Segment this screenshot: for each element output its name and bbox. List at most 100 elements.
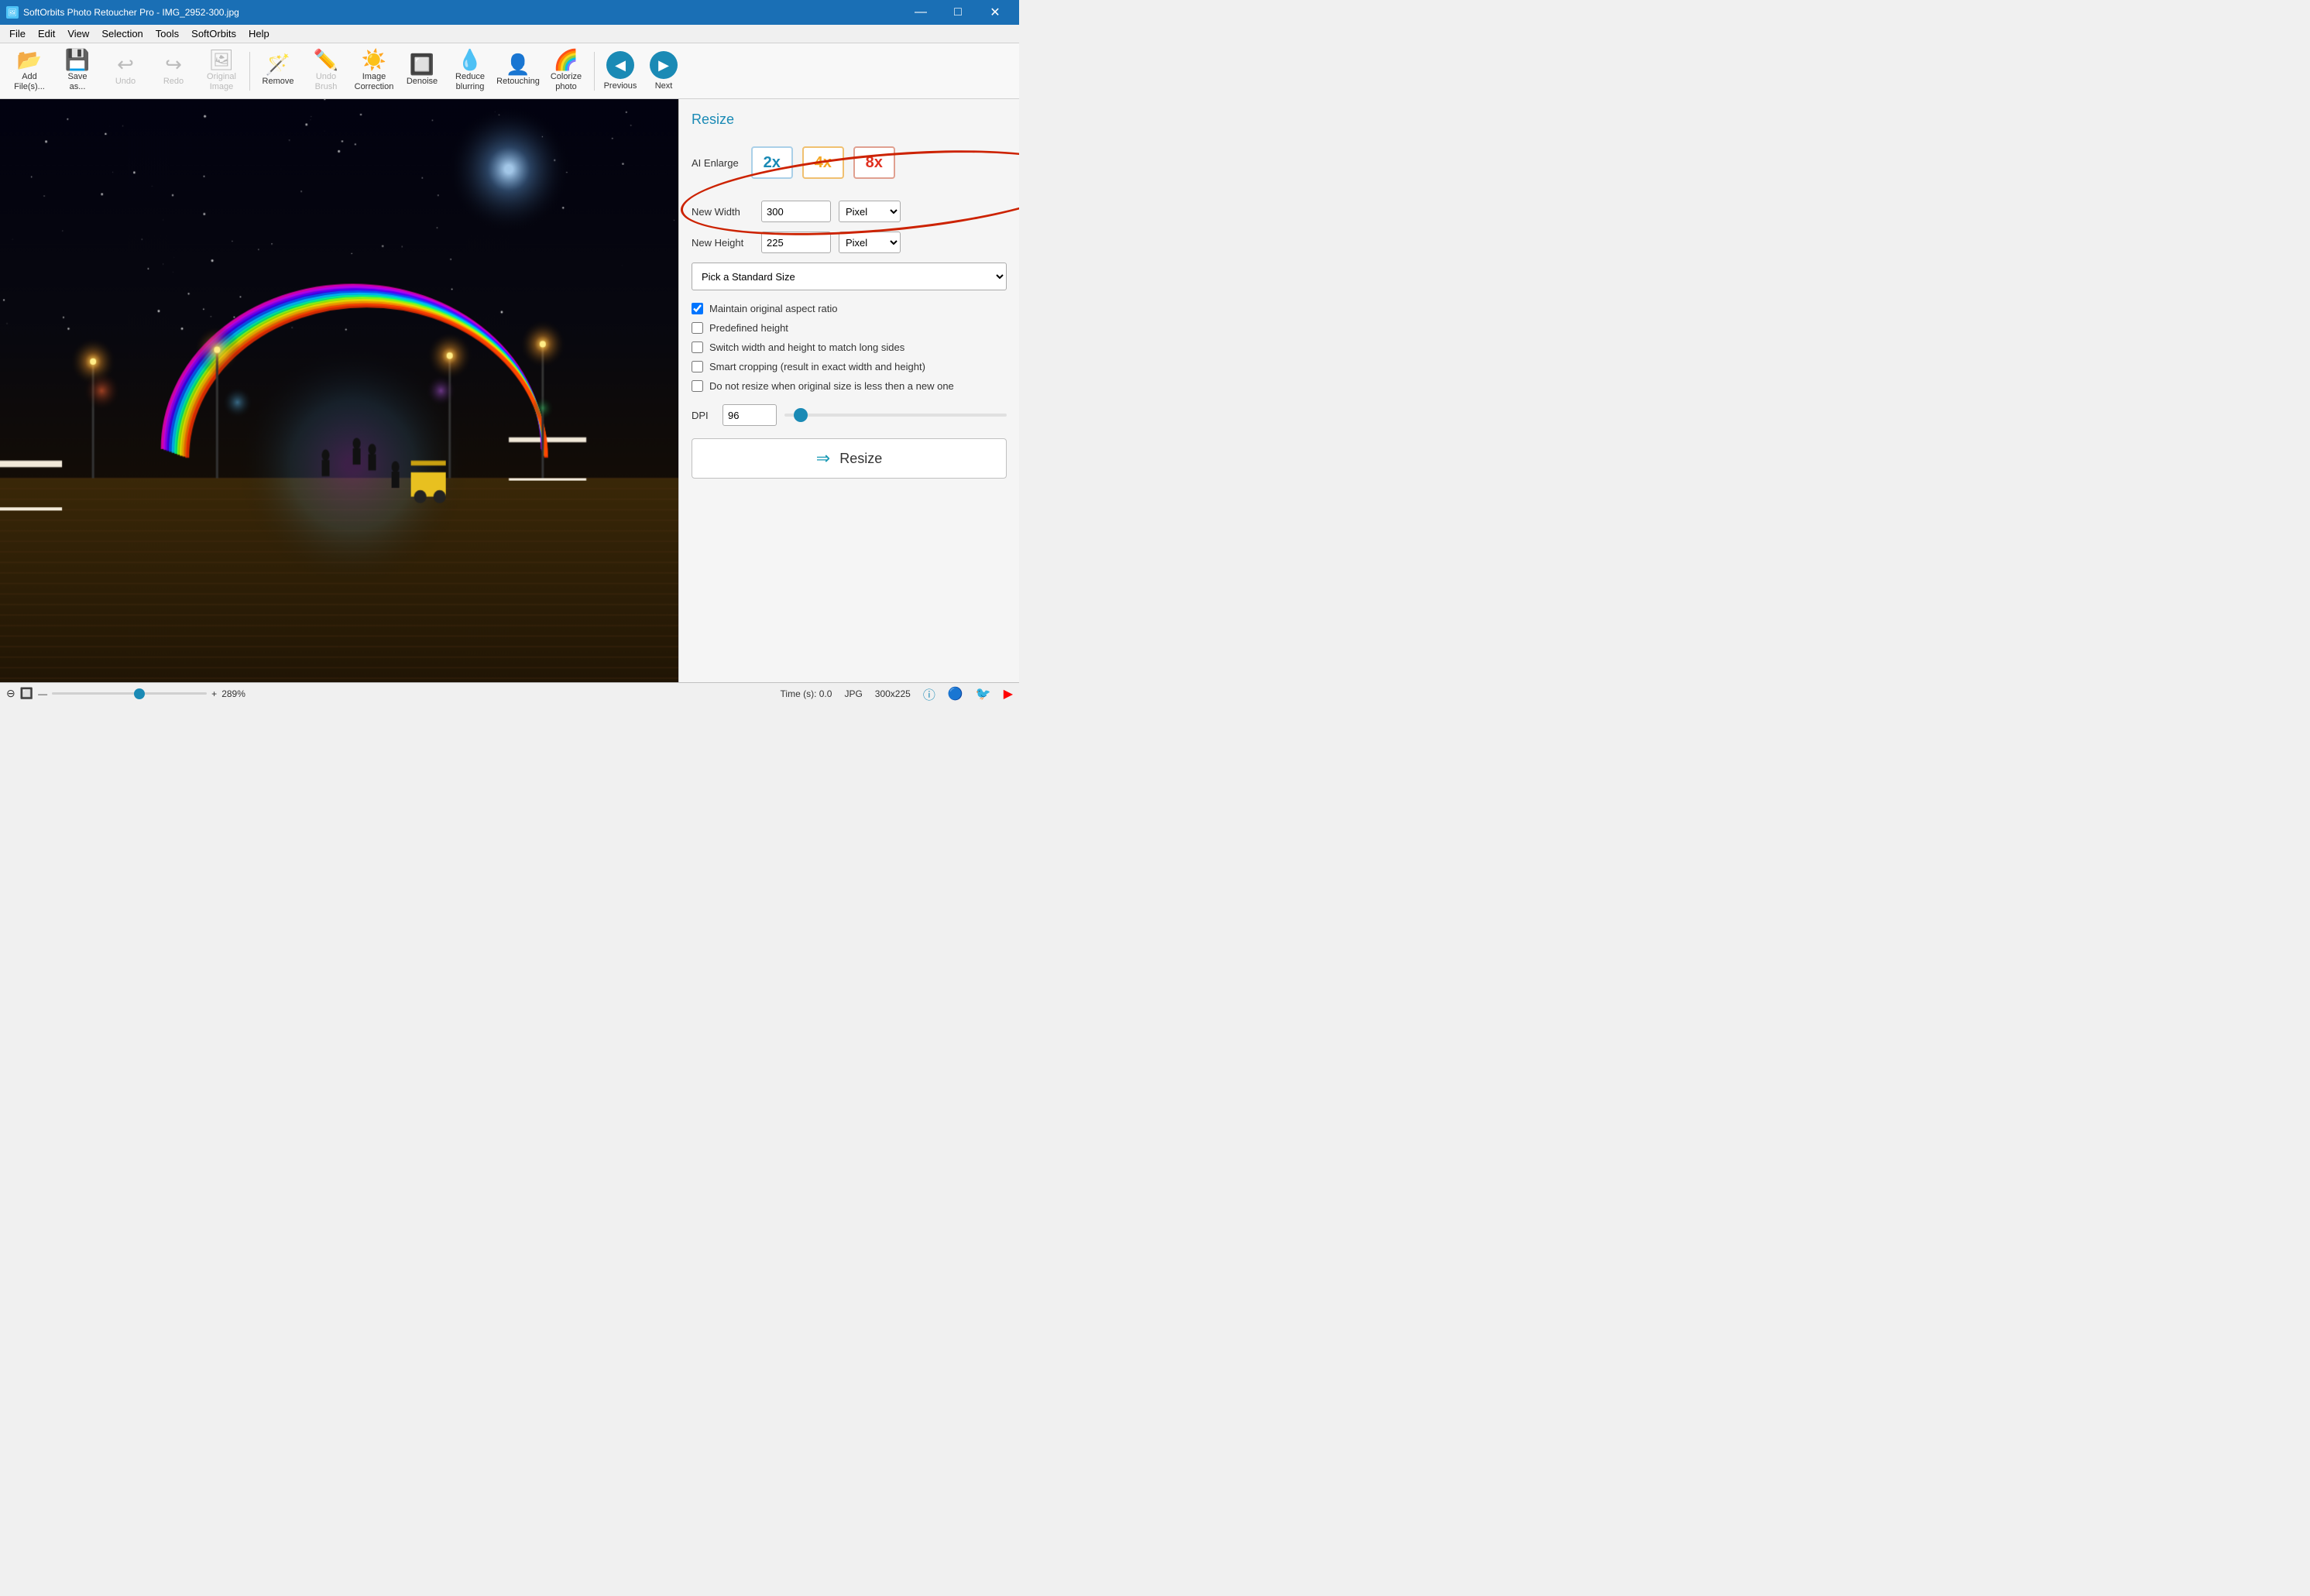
retouching-button[interactable]: 👤 Retouching xyxy=(495,47,541,95)
info-icon[interactable]: ⓘ xyxy=(923,685,935,703)
original-image-icon: 🖼 xyxy=(208,50,234,70)
redo-icon: ↪ xyxy=(165,54,182,74)
save-as-button[interactable]: 💾 Saveas... xyxy=(54,47,101,95)
resize-arrow-icon: ⇒ xyxy=(816,448,830,469)
predefined-height-row: Predefined height xyxy=(692,322,1007,334)
window-controls: — □ ✕ xyxy=(903,0,1013,25)
menu-tools[interactable]: Tools xyxy=(149,26,185,41)
maximize-button[interactable]: □ xyxy=(940,0,976,25)
standard-size-select[interactable]: Pick a Standard Size 800x600 1024x768 12… xyxy=(692,263,1007,290)
ai-enlarge-section: AI Enlarge 2x 4x 8x xyxy=(692,140,1007,201)
previous-button[interactable]: ◀ Previous xyxy=(599,47,641,95)
menu-file[interactable]: File xyxy=(3,26,32,41)
width-unit-select[interactable]: Pixel % cm inch xyxy=(839,201,901,222)
dpi-input[interactable] xyxy=(723,404,777,426)
menu-view[interactable]: View xyxy=(61,26,95,41)
retouching-icon: 👤 xyxy=(506,54,530,74)
save-icon: 💾 xyxy=(65,50,90,70)
original-image-label: OriginalImage xyxy=(207,72,236,92)
menu-selection[interactable]: Selection xyxy=(95,26,149,41)
enlarge-4x-button[interactable]: 4x xyxy=(802,146,844,179)
menu-edit[interactable]: Edit xyxy=(32,26,61,41)
switch-width-height-label[interactable]: Switch width and height to match long si… xyxy=(709,342,904,353)
dpi-slider[interactable] xyxy=(784,414,1007,417)
smart-cropping-checkbox[interactable] xyxy=(692,361,703,372)
undo-brush-button[interactable]: ✏️ UndoBrush xyxy=(303,47,349,95)
save-as-label: Saveas... xyxy=(67,72,87,92)
dpi-label: DPI xyxy=(692,410,715,421)
remove-icon: 🪄 xyxy=(266,54,290,74)
format-label: JPG xyxy=(844,688,862,699)
minimize-button[interactable]: — xyxy=(903,0,939,25)
smart-cropping-label[interactable]: Smart cropping (result in exact width an… xyxy=(709,361,925,372)
original-image-button[interactable]: 🖼 OriginalImage xyxy=(198,47,245,95)
app-icon: 🖼 xyxy=(6,6,19,19)
height-unit-select[interactable]: Pixel % cm inch xyxy=(839,232,901,253)
ai-enlarge-label: AI Enlarge xyxy=(692,157,739,169)
colorize-photo-button[interactable]: 🌈 Colorizephoto xyxy=(543,47,589,95)
ai-enlarge-row: AI Enlarge 2x 4x 8x xyxy=(692,146,1007,179)
zoom-slider[interactable] xyxy=(52,692,207,695)
width-input[interactable] xyxy=(761,201,831,222)
redo-label: Redo xyxy=(163,77,184,87)
enlarge-2x-button[interactable]: 2x xyxy=(751,146,793,179)
twitter-icon[interactable]: 🐦 xyxy=(976,686,991,702)
denoise-label: Denoise xyxy=(407,77,438,87)
zoom-icon-minus: ⊖ xyxy=(6,687,15,700)
resize-button[interactable]: ⇒ Resize xyxy=(692,438,1007,479)
facebook-icon[interactable]: 🔵 xyxy=(948,686,963,702)
youtube-icon[interactable]: ▶ xyxy=(1004,686,1013,702)
image-correction-icon: ☀️ xyxy=(362,50,386,70)
no-resize-smaller-label[interactable]: Do not resize when original size is less… xyxy=(709,380,954,392)
remove-button[interactable]: 🪄 Remove xyxy=(255,47,301,95)
maintain-aspect-checkbox[interactable] xyxy=(692,303,703,314)
add-files-button[interactable]: 📂 AddFile(s)... xyxy=(6,47,53,95)
undo-label: Undo xyxy=(115,77,136,87)
predefined-height-label[interactable]: Predefined height xyxy=(709,322,788,334)
night-scene xyxy=(0,99,678,682)
separator-1 xyxy=(249,52,250,91)
switch-width-height-row: Switch width and height to match long si… xyxy=(692,342,1007,353)
new-width-label: New Width xyxy=(692,206,753,218)
reduce-blurring-label: Reduceblurring xyxy=(455,72,485,92)
denoise-button[interactable]: 🔲 Denoise xyxy=(399,47,445,95)
new-height-label: New Height xyxy=(692,237,753,249)
close-button[interactable]: ✕ xyxy=(977,0,1013,25)
status-bar-right: Time (s): 0.0 JPG 300x225 ⓘ 🔵 🐦 ▶ xyxy=(781,685,1013,703)
redo-button[interactable]: ↪ Redo xyxy=(150,47,197,95)
switch-width-height-checkbox[interactable] xyxy=(692,342,703,353)
reduce-blurring-button[interactable]: 💧 Reduceblurring xyxy=(447,47,493,95)
title-bar-left: 🖼 SoftOrbits Photo Retoucher Pro - IMG_2… xyxy=(6,6,239,19)
zoom-plus-label: + xyxy=(211,688,217,699)
zoom-minus-label: — xyxy=(38,688,47,699)
image-correction-button[interactable]: ☀️ ImageCorrection xyxy=(351,47,397,95)
window-title: SoftOrbits Photo Retoucher Pro - IMG_295… xyxy=(23,7,239,18)
height-input[interactable] xyxy=(761,232,831,253)
add-files-label: AddFile(s)... xyxy=(14,72,45,92)
previous-label: Previous xyxy=(604,81,637,91)
undo-button[interactable]: ↩ Undo xyxy=(102,47,149,95)
next-button[interactable]: ▶ Next xyxy=(643,47,685,95)
colorize-icon: 🌈 xyxy=(554,50,578,70)
menu-bar: File Edit View Selection Tools SoftOrbit… xyxy=(0,25,1019,43)
status-bar-left: ⊖ 🔲 — + 289% xyxy=(6,687,768,700)
time-label: Time (s): 0.0 xyxy=(781,688,832,699)
image-canvas[interactable] xyxy=(0,99,678,682)
add-files-icon: 📂 xyxy=(17,50,42,70)
separator-2 xyxy=(594,52,595,91)
denoise-icon: 🔲 xyxy=(410,54,434,74)
maintain-aspect-label[interactable]: Maintain original aspect ratio xyxy=(709,303,837,314)
no-resize-smaller-checkbox[interactable] xyxy=(692,380,703,392)
remove-label: Remove xyxy=(263,77,294,87)
panel-title: Resize xyxy=(692,112,1007,128)
undo-brush-icon: ✏️ xyxy=(314,50,338,70)
maintain-aspect-row: Maintain original aspect ratio xyxy=(692,303,1007,314)
enlarge-8x-button[interactable]: 8x xyxy=(853,146,895,179)
toolbar: 📂 AddFile(s)... 💾 Saveas... ↩ Undo ↪ Red… xyxy=(0,43,1019,99)
menu-help[interactable]: Help xyxy=(242,26,276,41)
menu-softorbits[interactable]: SoftOrbits xyxy=(185,26,242,41)
previous-icon: ◀ xyxy=(606,51,634,79)
predefined-height-checkbox[interactable] xyxy=(692,322,703,334)
main-content: Resize AI Enlarge 2x 4x 8x New Width Pix… xyxy=(0,99,1019,682)
page-icon: 🔲 xyxy=(20,687,33,700)
